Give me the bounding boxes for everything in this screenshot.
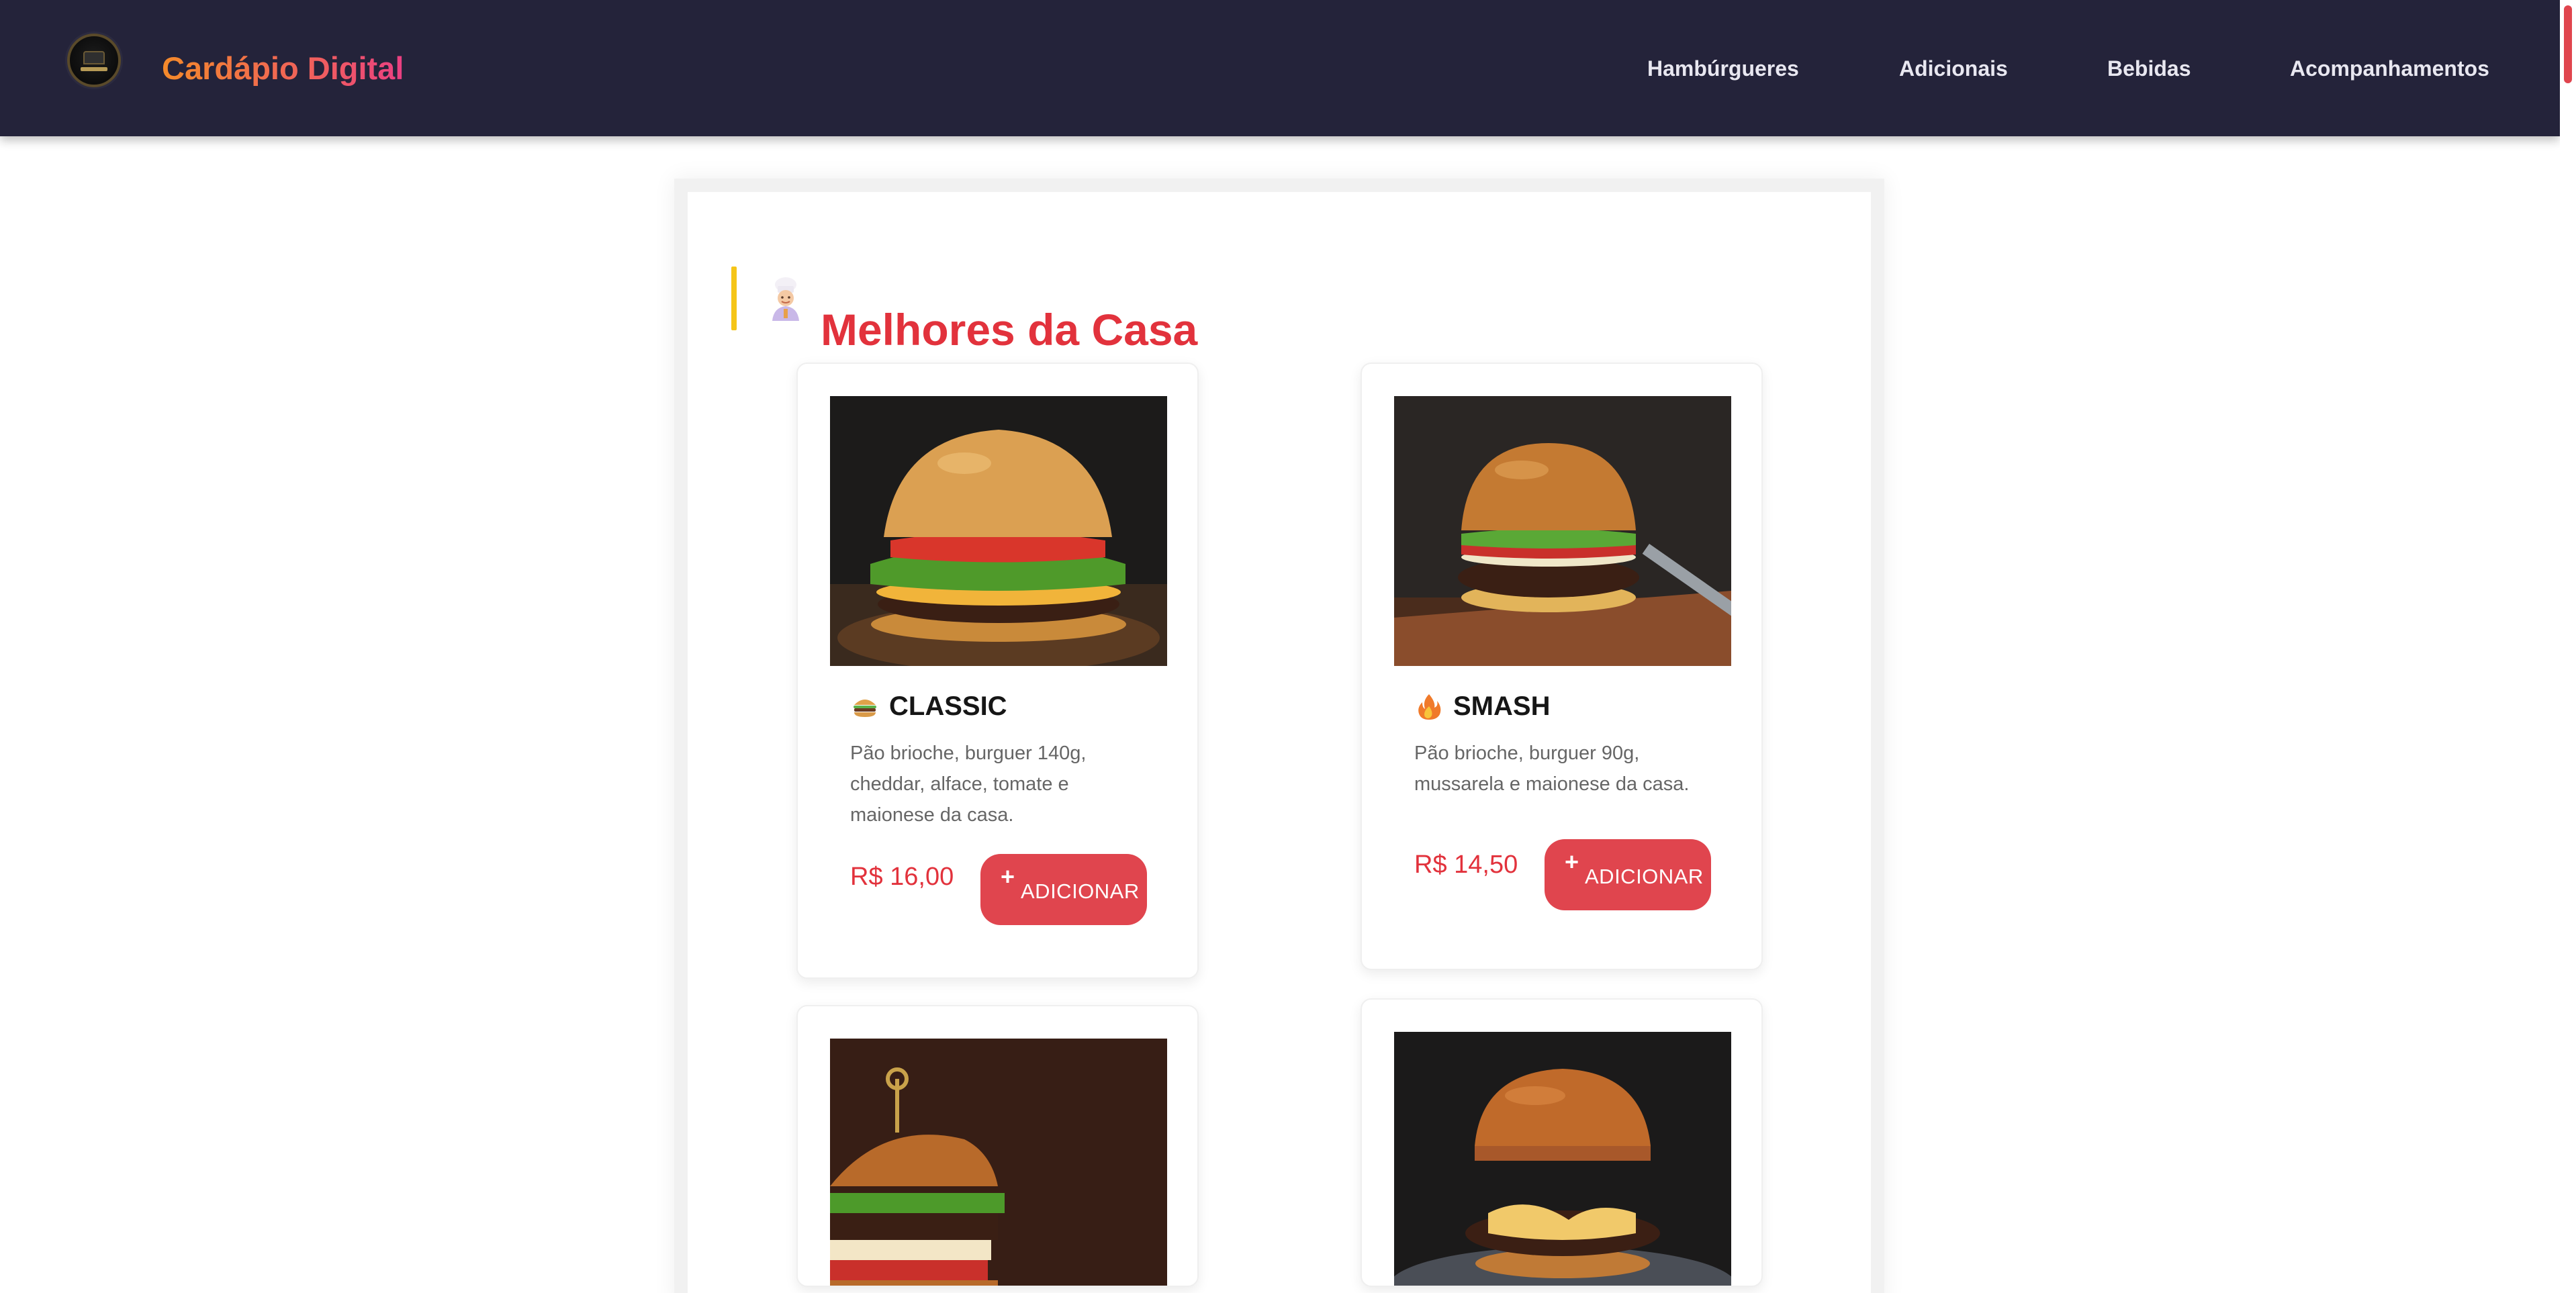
top-navbar: Cardápio Digital Hambúrgueres Adicionais… [0, 0, 2560, 136]
fire-icon [1418, 694, 1441, 720]
product-name-row: SMASH [1414, 686, 1550, 726]
scrollbar-thumb[interactable] [2564, 5, 2572, 83]
logo-mark [83, 51, 105, 64]
nav-link-bebidas[interactable]: Bebidas [2107, 55, 2191, 82]
nav-link-adicionais[interactable]: Adicionais [1899, 55, 2008, 82]
product-card-smash: SMASH Pão brioche, burguer 90g, mussarel… [1361, 363, 1763, 970]
section-accent-bar [731, 267, 737, 330]
product-photo-4 [1394, 1032, 1731, 1286]
nav-link-hamburgueres[interactable]: Hambúrgueres [1647, 55, 1799, 82]
add-button-label: ADICIONAR [1021, 879, 1140, 903]
product-description: Pão brioche, burguer 90g, mussarela e ma… [1414, 743, 1690, 795]
section-title: Melhores da Casa [821, 305, 1198, 355]
product-photo-classic [830, 396, 1167, 666]
brand-title[interactable]: Cardápio Digital [162, 48, 404, 89]
chef-icon [772, 277, 799, 321]
product-price: R$ 16,00 [850, 863, 954, 891]
plus-icon: + [1001, 863, 1015, 890]
nav-link-acompanhamentos[interactable]: Acompanhamentos [2290, 55, 2489, 82]
product-photo-3 [830, 1039, 1167, 1286]
product-description: Pão brioche, burguer 140g, cheddar, alfa… [850, 743, 1087, 826]
burger-icon [854, 700, 876, 717]
add-button-label: ADICIONAR [1585, 865, 1704, 888]
page-scrollbar[interactable] [2560, 0, 2576, 1267]
product-card-3 [796, 1005, 1199, 1287]
product-price: R$ 14,50 [1414, 851, 1518, 879]
logo-icon[interactable] [67, 34, 121, 87]
product-name: SMASH [1453, 691, 1551, 721]
logo-strip [81, 67, 107, 71]
product-card-classic: CLASSIC Pão brioche, burguer 140g, chedd… [796, 363, 1199, 979]
product-photo-smash [1394, 396, 1731, 666]
add-to-cart-button[interactable]: + ADICIONAR [1545, 839, 1711, 910]
product-card-4 [1361, 998, 1763, 1287]
product-name-row: CLASSIC [850, 686, 1007, 726]
plus-icon: + [1565, 848, 1579, 875]
add-to-cart-button[interactable]: + ADICIONAR [980, 854, 1147, 925]
product-name: CLASSIC [889, 691, 1007, 721]
